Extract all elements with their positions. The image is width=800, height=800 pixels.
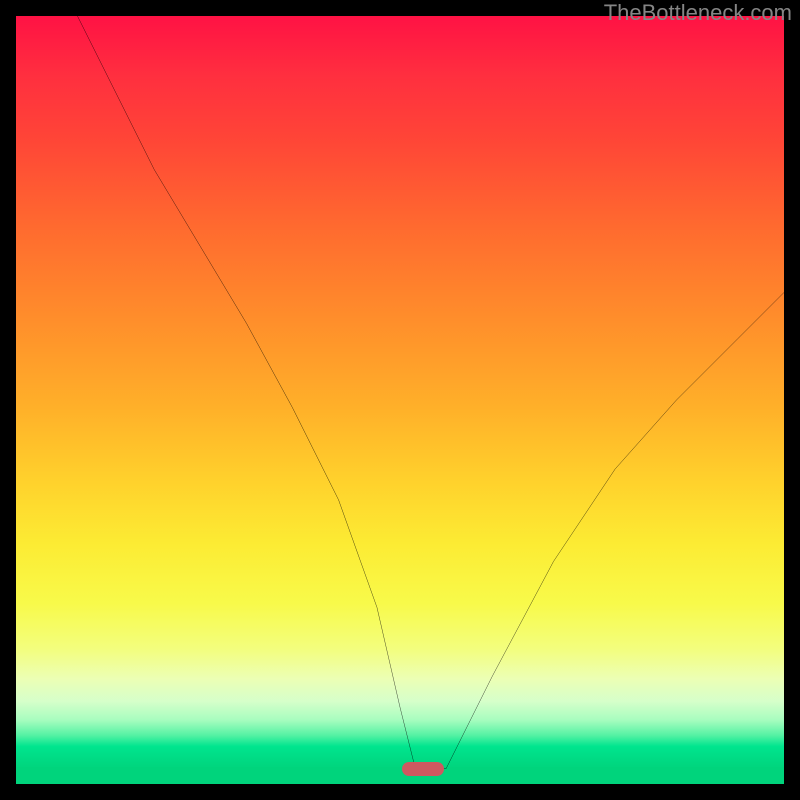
- watermark-text: TheBottleneck.com: [604, 0, 792, 26]
- bottleneck-line: [16, 16, 784, 784]
- optimum-marker: [402, 762, 444, 776]
- chart-container: TheBottleneck.com: [0, 0, 800, 800]
- plot-area: [16, 16, 784, 784]
